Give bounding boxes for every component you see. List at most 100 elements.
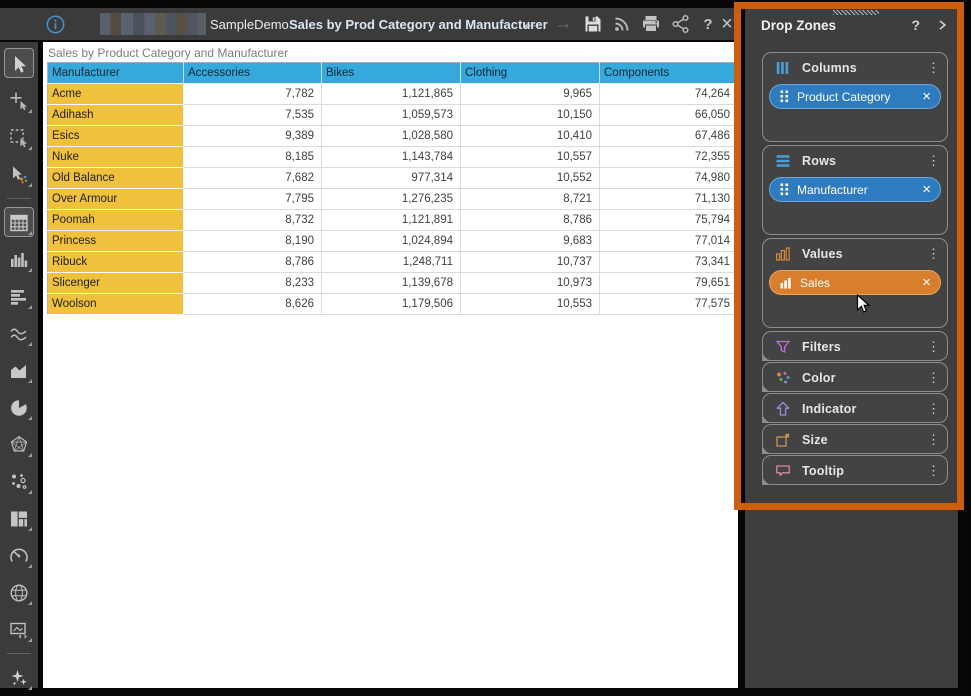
table-cell[interactable]: 10,552 [461, 168, 600, 189]
table-cell[interactable]: 8,626 [184, 294, 322, 315]
zone-menu-icon[interactable]: ⋮ [927, 339, 939, 355]
table-cell[interactable]: 1,143,784 [322, 147, 461, 168]
drop-zone-values[interactable]: Values⋮Sales× [762, 238, 948, 328]
zone-menu-icon[interactable]: ⋮ [927, 432, 939, 448]
save-button[interactable] [582, 8, 604, 40]
table-cell[interactable]: 977,314 [322, 168, 461, 189]
row-header[interactable]: Esics [48, 126, 184, 147]
table-cell[interactable]: 10,973 [461, 273, 600, 294]
table-cell[interactable]: 1,276,235 [322, 189, 461, 210]
row-header[interactable]: Acme [48, 84, 184, 105]
back-button[interactable]: ← [518, 8, 542, 40]
drop-zone-rows[interactable]: Rows⋮Manufacturer× [762, 145, 948, 235]
table-cell[interactable]: 10,553 [461, 294, 600, 315]
table-cell[interactable]: 8,786 [461, 210, 600, 231]
zone-menu-icon[interactable]: ⋮ [927, 153, 939, 169]
column-header[interactable]: Manufacturer [48, 63, 184, 84]
table-cell[interactable]: 10,737 [461, 252, 600, 273]
zone-body[interactable]: Sales× [763, 268, 947, 296]
table-cell[interactable]: 10,150 [461, 105, 600, 126]
column-header[interactable]: Bikes [322, 63, 461, 84]
share-button[interactable] [669, 8, 693, 40]
zone-menu-icon[interactable]: ⋮ [927, 401, 939, 417]
drop-zone-columns[interactable]: Columns⋮Product Category× [762, 52, 948, 142]
table-cell[interactable]: 8,732 [184, 210, 322, 231]
table-cell[interactable]: 1,059,573 [322, 105, 461, 126]
table-cell[interactable]: 79,651 [600, 273, 738, 294]
help-button[interactable]: ? [700, 8, 716, 40]
table-cell[interactable]: 9,965 [461, 84, 600, 105]
table-cell[interactable]: 74,264 [600, 84, 738, 105]
field-chip-sales[interactable]: Sales× [769, 270, 941, 295]
zone-menu-icon[interactable]: ⋮ [927, 370, 939, 386]
drop-zone-color[interactable]: Color⋮ [762, 362, 948, 392]
remove-field-icon[interactable]: × [922, 89, 931, 104]
table-cell[interactable]: 71,130 [600, 189, 738, 210]
close-button[interactable]: × [717, 8, 737, 40]
table-cell[interactable]: 74,980 [600, 168, 738, 189]
row-header[interactable]: Poomah [48, 210, 184, 231]
panel-collapse-icon[interactable] [936, 19, 948, 31]
table-cell[interactable]: 7,535 [184, 105, 322, 126]
table-cell[interactable]: 67,486 [600, 126, 738, 147]
panel-help-icon[interactable]: ? [911, 17, 920, 33]
column-header[interactable]: Components [600, 63, 738, 84]
tool-ai-assistant[interactable] [0, 659, 38, 696]
table-cell[interactable]: 1,179,506 [322, 294, 461, 315]
feed-button[interactable] [611, 8, 633, 40]
matrix-table[interactable]: ManufacturerAccessoriesBikesClothingComp… [47, 62, 738, 315]
column-header[interactable]: Accessories [184, 63, 322, 84]
zone-menu-icon[interactable]: ⋮ [927, 60, 939, 76]
tool-lasso-select[interactable] [0, 156, 38, 193]
table-cell[interactable]: 10,557 [461, 147, 600, 168]
tool-point-select[interactable] [0, 82, 38, 119]
tool-marquee-select[interactable] [0, 119, 38, 156]
forward-button[interactable]: → [551, 8, 575, 40]
table-cell[interactable]: 9,389 [184, 126, 322, 147]
design-canvas[interactable]: Sales by Product Category and Manufactur… [43, 42, 738, 688]
table-cell[interactable]: 10,410 [461, 126, 600, 147]
table-cell[interactable]: 8,185 [184, 147, 322, 168]
zone-body[interactable]: Product Category× [763, 82, 947, 110]
tool-image[interactable] [0, 611, 38, 648]
zone-menu-icon[interactable]: ⋮ [927, 246, 939, 262]
drop-zone-filters[interactable]: Filters⋮ [762, 331, 948, 361]
table-cell[interactable]: 1,139,678 [322, 273, 461, 294]
table-cell[interactable]: 8,786 [184, 252, 322, 273]
field-chip-product-category[interactable]: Product Category× [769, 84, 941, 109]
table-cell[interactable]: 7,782 [184, 84, 322, 105]
table-cell[interactable]: 1,121,891 [322, 210, 461, 231]
remove-field-icon[interactable]: × [922, 182, 931, 197]
table-cell[interactable]: 75,794 [600, 210, 738, 231]
table-cell[interactable]: 1,028,580 [322, 126, 461, 147]
tool-map[interactable] [0, 574, 38, 611]
row-header[interactable]: Old Balance [48, 168, 184, 189]
table-cell[interactable]: 66,050 [600, 105, 738, 126]
table-cell[interactable]: 8,721 [461, 189, 600, 210]
row-header[interactable]: Adihash [48, 105, 184, 126]
tool-radar-chart[interactable] [0, 426, 38, 463]
table-cell[interactable]: 1,248,711 [322, 252, 461, 273]
column-header[interactable]: Clothing [461, 63, 600, 84]
table-cell[interactable]: 9,683 [461, 231, 600, 252]
tool-select[interactable] [0, 45, 38, 82]
row-header[interactable]: Woolson [48, 294, 184, 315]
row-header[interactable]: Nuke [48, 147, 184, 168]
table-cell[interactable]: 8,190 [184, 231, 322, 252]
tool-area-chart[interactable] [0, 352, 38, 389]
tool-bar-chart[interactable] [0, 278, 38, 315]
zone-menu-icon[interactable]: ⋮ [927, 463, 939, 479]
print-button[interactable] [639, 8, 663, 40]
table-cell[interactable]: 73,341 [600, 252, 738, 273]
table-cell[interactable]: 1,024,894 [322, 231, 461, 252]
table-cell[interactable]: 72,355 [600, 147, 738, 168]
drop-zone-indicator[interactable]: Indicator⋮ [762, 393, 948, 423]
table-cell[interactable]: 77,014 [600, 231, 738, 252]
row-header[interactable]: Princess [48, 231, 184, 252]
tool-matrix[interactable] [0, 204, 38, 241]
tool-column-chart[interactable] [0, 241, 38, 278]
remove-field-icon[interactable]: × [922, 275, 931, 290]
info-icon[interactable] [45, 8, 66, 40]
table-cell[interactable]: 7,682 [184, 168, 322, 189]
row-header[interactable]: Ribuck [48, 252, 184, 273]
